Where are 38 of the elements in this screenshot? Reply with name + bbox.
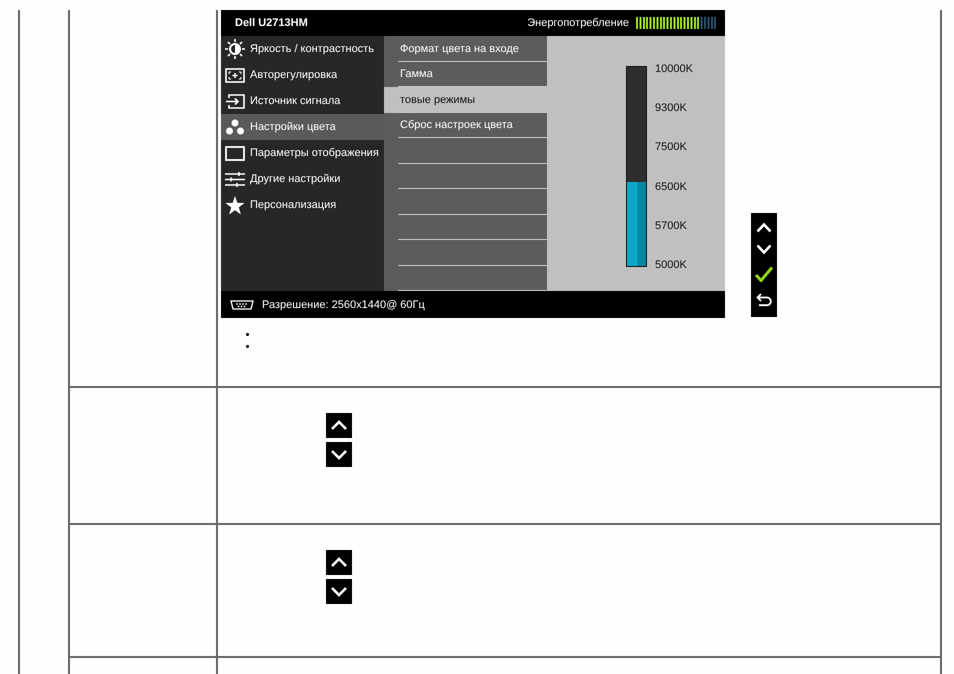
- bullet-icon: [246, 345, 249, 348]
- three-dots-icon: [225, 119, 245, 135]
- temperature-label: 7500K: [655, 141, 688, 154]
- menu-item[interactable]: Яркость / контрастность: [221, 36, 384, 62]
- chevron-up-icon: [326, 550, 352, 575]
- temperature-label: 5700K: [655, 220, 688, 232]
- submenu-item[interactable]: Гамма: [384, 62, 547, 87]
- chevron-up-icon: [326, 413, 352, 438]
- menu-item[interactable]: Источник сигнала: [221, 88, 384, 114]
- chevron-down-icon: [326, 579, 352, 604]
- sliders-icon: [225, 172, 245, 186]
- resolution-text: Разрешение: 2560x1440@ 60Гц: [262, 298, 425, 310]
- frame-plus-icon: [225, 68, 245, 82]
- temperature-label: 5000K: [655, 258, 688, 271]
- temperature-label: 10000K: [655, 63, 693, 75]
- check-icon: [755, 266, 773, 282]
- menu-item[interactable]: Персонализация: [221, 192, 384, 218]
- sun-icon: [225, 39, 245, 59]
- menu-item[interactable]: Авторегулировка: [221, 62, 384, 88]
- rectangle-icon: [225, 146, 245, 160]
- chevron-down-icon: [756, 244, 772, 255]
- temperature-label: 9300K: [655, 102, 688, 114]
- star-icon: [225, 196, 245, 214]
- submenu-item[interactable]: Формат цвета на входе: [384, 36, 547, 62]
- power-label: Энергопотребление: [527, 17, 629, 29]
- menu-item[interactable]: Параметры отображения: [221, 140, 384, 166]
- chevron-down-icon: [326, 442, 352, 467]
- chevron-up-icon: [756, 222, 772, 233]
- menu-item[interactable]: Другие настройки: [221, 166, 384, 192]
- submenu-item[interactable]: Сброс настроек цвета: [384, 112, 547, 138]
- bullet-icon: [246, 333, 249, 336]
- return-arrow-icon: [756, 293, 772, 308]
- temperature-label: 6500K: [655, 180, 688, 193]
- model-name: Dell U2713HM: [235, 17, 308, 29]
- menu-item[interactable]: Настройки цвета: [221, 114, 384, 140]
- connector-icon: [229, 300, 255, 310]
- submenu-item[interactable]: товые режимы: [384, 87, 547, 112]
- input-arrow-icon: [225, 94, 245, 108]
